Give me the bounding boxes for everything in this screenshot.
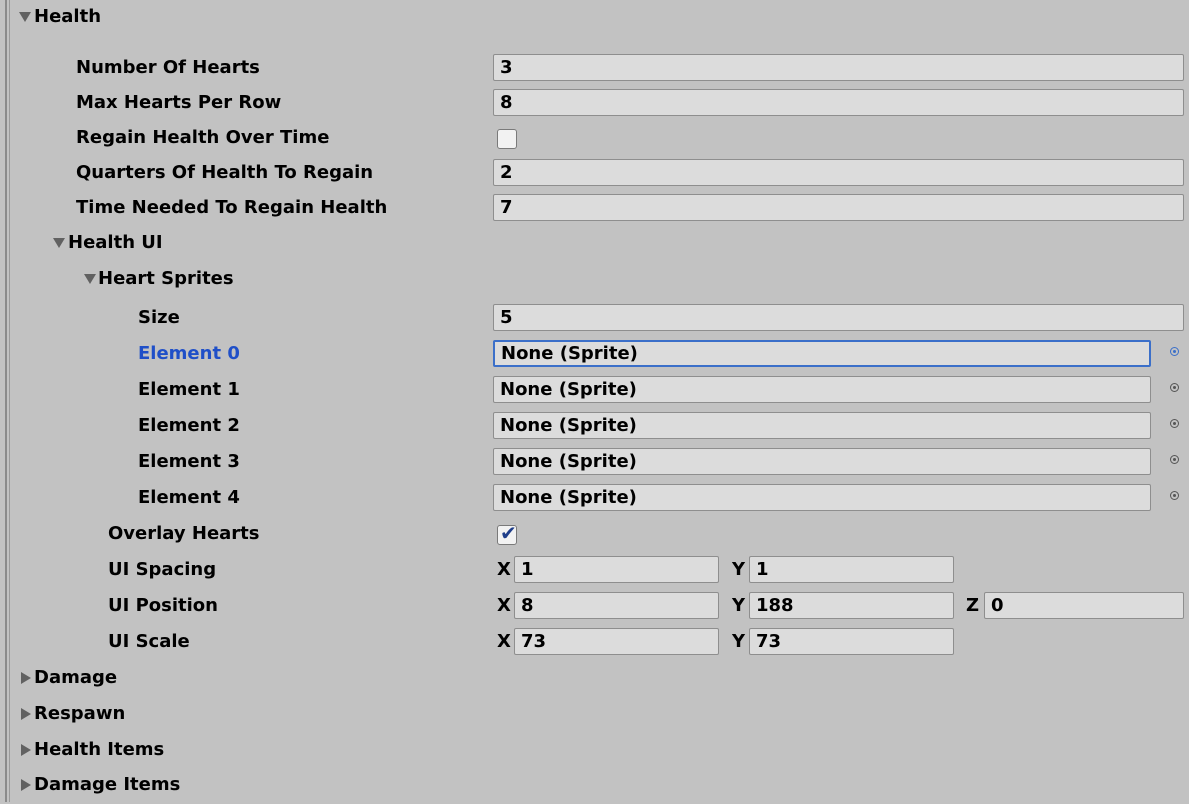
object-picker-icon[interactable] xyxy=(1170,383,1179,392)
size-label: Size xyxy=(138,307,180,328)
time-needed-label: Time Needed To Regain Health xyxy=(76,197,388,218)
object-picker-icon[interactable] xyxy=(1170,455,1179,464)
number-of-hearts-field[interactable]: 3 xyxy=(493,54,1184,81)
damage-header: Damage xyxy=(34,667,118,688)
ui-scale-x-field[interactable]: 73 xyxy=(514,628,719,655)
ui-spacing-label: UI Spacing xyxy=(108,559,217,580)
quarters-of-health-field[interactable]: 2 xyxy=(493,159,1184,186)
element-3-label: Element 3 xyxy=(138,451,240,472)
heart-sprites-header: Heart Sprites xyxy=(98,268,234,289)
element-row: Element 3 None (Sprite) xyxy=(0,445,1189,481)
z-axis-label: Z xyxy=(966,595,980,616)
element-0-field[interactable]: None (Sprite) xyxy=(493,340,1151,367)
ui-position-row: UI Position X 8 Y 188 Z 0 xyxy=(0,589,1189,625)
x-axis-label: X xyxy=(497,559,511,580)
health-ui-header: Health UI xyxy=(68,232,163,253)
ui-position-x-field[interactable]: 8 xyxy=(514,592,719,619)
triangle-right-icon[interactable] xyxy=(21,779,31,791)
health-items-header: Health Items xyxy=(34,739,165,760)
element-2-label: Element 2 xyxy=(138,415,240,436)
element-row: Element 2 None (Sprite) xyxy=(0,409,1189,445)
number-of-hearts-label: Number Of Hearts xyxy=(76,57,260,78)
element-3-field[interactable]: None (Sprite) xyxy=(493,448,1151,475)
ui-spacing-y-field[interactable]: 1 xyxy=(749,556,954,583)
max-hearts-per-row-row: Max Hearts Per Row 8 xyxy=(0,86,1189,122)
object-picker-icon[interactable] xyxy=(1170,347,1179,356)
max-hearts-per-row-label: Max Hearts Per Row xyxy=(76,92,282,113)
regain-health-over-time-row: Regain Health Over Time xyxy=(0,121,1189,157)
health-ui-foldout[interactable]: Health UI xyxy=(0,226,1189,262)
quarters-of-health-label: Quarters Of Health To Regain xyxy=(76,162,374,183)
ui-scale-y-field[interactable]: 73 xyxy=(749,628,954,655)
time-needed-field[interactable]: 7 xyxy=(493,194,1184,221)
ui-position-label: UI Position xyxy=(108,595,218,616)
triangle-right-icon[interactable] xyxy=(21,744,31,756)
health-items-foldout[interactable]: Health Items xyxy=(0,733,1189,769)
respawn-foldout[interactable]: Respawn xyxy=(0,697,1189,733)
triangle-right-icon[interactable] xyxy=(21,708,31,720)
ui-spacing-row: UI Spacing X 1 Y 1 xyxy=(0,553,1189,589)
damage-foldout[interactable]: Damage xyxy=(0,661,1189,697)
object-picker-icon[interactable] xyxy=(1170,491,1179,500)
object-picker-icon[interactable] xyxy=(1170,419,1179,428)
damage-items-header: Damage Items xyxy=(34,774,181,795)
overlay-hearts-label: Overlay Hearts xyxy=(108,523,260,544)
quarters-of-health-row: Quarters Of Health To Regain 2 xyxy=(0,156,1189,192)
element-1-field[interactable]: None (Sprite) xyxy=(493,376,1151,403)
ui-scale-row: UI Scale X 73 Y 73 xyxy=(0,625,1189,661)
element-4-label: Element 4 xyxy=(138,487,240,508)
checkmark-icon: ✔ xyxy=(500,521,517,545)
element-4-field[interactable]: None (Sprite) xyxy=(493,484,1151,511)
ui-scale-label: UI Scale xyxy=(108,631,190,652)
triangle-down-icon[interactable] xyxy=(53,238,65,248)
y-axis-label: Y xyxy=(732,595,746,616)
element-row: Element 1 None (Sprite) xyxy=(0,373,1189,409)
time-needed-row: Time Needed To Regain Health 7 xyxy=(0,191,1189,227)
size-row: Size 5 xyxy=(0,301,1189,337)
element-2-field[interactable]: None (Sprite) xyxy=(493,412,1151,439)
size-field[interactable]: 5 xyxy=(493,304,1184,331)
overlay-hearts-row: Overlay Hearts ✔ xyxy=(0,517,1189,553)
max-hearts-per-row-field[interactable]: 8 xyxy=(493,89,1184,116)
x-axis-label: X xyxy=(497,631,511,652)
triangle-down-icon[interactable] xyxy=(84,274,96,284)
regain-health-over-time-checkbox[interactable] xyxy=(497,129,517,149)
triangle-down-icon[interactable] xyxy=(19,12,31,22)
overlay-hearts-checkbox[interactable]: ✔ xyxy=(497,521,517,545)
damage-items-foldout[interactable]: Damage Items xyxy=(0,768,1189,804)
y-axis-label: Y xyxy=(732,631,746,652)
x-axis-label: X xyxy=(497,595,511,616)
regain-health-over-time-label: Regain Health Over Time xyxy=(76,127,330,148)
ui-spacing-x-field[interactable]: 1 xyxy=(514,556,719,583)
heart-sprites-foldout[interactable]: Heart Sprites xyxy=(0,262,1189,298)
element-row: Element 0 None (Sprite) xyxy=(0,337,1189,373)
triangle-right-icon[interactable] xyxy=(21,672,31,684)
respawn-header: Respawn xyxy=(34,703,126,724)
number-of-hearts-row: Number Of Hearts 3 xyxy=(0,51,1189,87)
element-1-label: Element 1 xyxy=(138,379,240,400)
health-foldout[interactable]: Health xyxy=(0,0,1189,36)
health-header: Health xyxy=(34,6,102,27)
element-row: Element 4 None (Sprite) xyxy=(0,481,1189,517)
ui-position-y-field[interactable]: 188 xyxy=(749,592,954,619)
y-axis-label: Y xyxy=(732,559,746,580)
element-0-label: Element 0 xyxy=(138,343,240,364)
ui-position-z-field[interactable]: 0 xyxy=(984,592,1184,619)
